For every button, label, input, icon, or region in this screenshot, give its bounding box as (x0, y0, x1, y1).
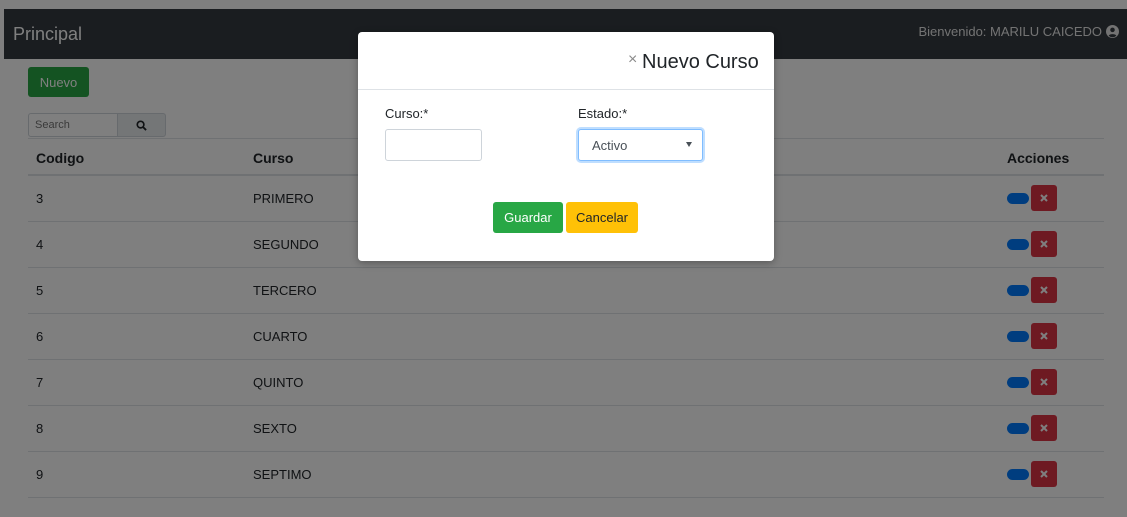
estado-select[interactable]: Activo (578, 129, 703, 161)
curso-input[interactable] (385, 129, 482, 161)
cancel-button[interactable]: Cancelar (566, 202, 638, 233)
chevron-down-icon (686, 142, 692, 147)
estado-selected-value: Activo (592, 138, 628, 153)
modal-title: Nuevo Curso (642, 51, 759, 73)
close-icon[interactable]: × (628, 51, 637, 69)
new-course-modal: × Nuevo Curso Curso:* Estado:* Activo Gu… (358, 32, 774, 261)
modal-header: × Nuevo Curso (358, 32, 774, 90)
page: Principal Bienvenido: MARILU CAICEDO Nue… (0, 0, 1127, 517)
curso-label: Curso:* (385, 106, 429, 121)
save-button[interactable]: Guardar (493, 202, 563, 233)
estado-label: Estado:* (578, 106, 628, 121)
